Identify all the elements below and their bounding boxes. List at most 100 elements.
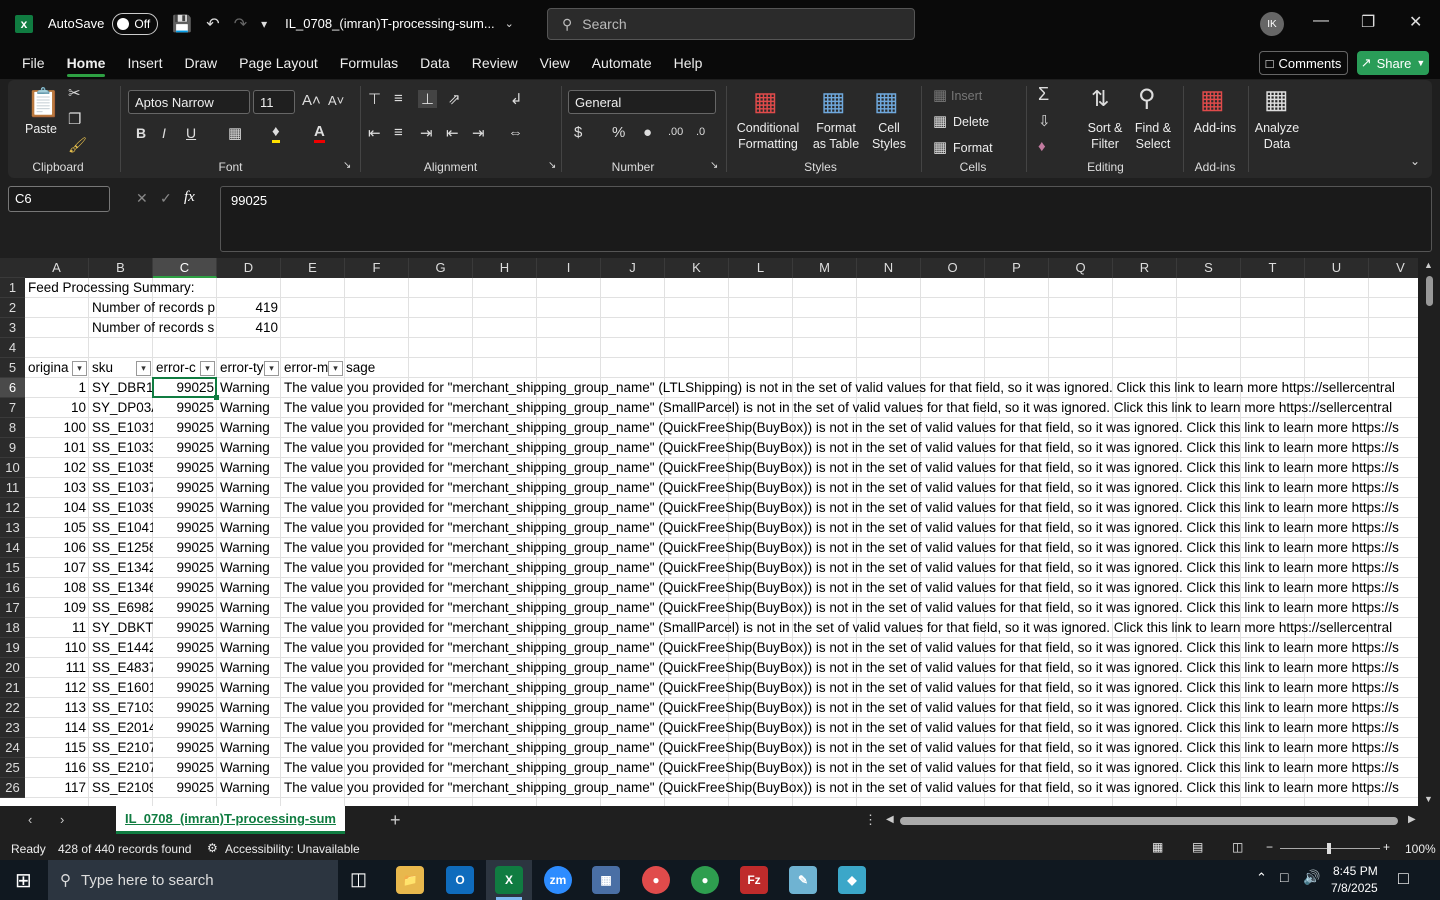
cut-icon[interactable]: ✂	[68, 84, 81, 102]
increase-decimal-icon[interactable]: .00	[668, 126, 683, 138]
filter-dropdown-icon[interactable]: ▾	[264, 361, 279, 376]
cell-error-message[interactable]: The value you provided for "merchant_shi…	[281, 438, 1418, 458]
find-select-button[interactable]: Find & Select	[1128, 120, 1178, 152]
page-break-view-icon[interactable]: ◫	[1232, 840, 1243, 854]
cell-error-message[interactable]: The value you provided for "merchant_shi…	[281, 618, 1418, 638]
row-header-16[interactable]: 16	[0, 578, 25, 598]
cell-sku[interactable]: SS_E12589	[89, 538, 153, 558]
column-header-d[interactable]: D	[217, 258, 281, 278]
column-header-u[interactable]: U	[1305, 258, 1369, 278]
cell-original-record[interactable]: 104	[25, 498, 89, 518]
row-header-15[interactable]: 15	[0, 558, 25, 578]
outlook-icon[interactable]: O	[446, 866, 474, 894]
font-name-select[interactable]: Aptos Narrow	[128, 90, 250, 114]
cell-error-message[interactable]: The value you provided for "merchant_shi…	[281, 738, 1418, 758]
autosave-toggle[interactable]: Off	[112, 12, 159, 35]
cell-error-code[interactable]: 99025	[153, 698, 217, 718]
bottom-align-icon[interactable]: ⊥	[418, 90, 438, 108]
chrome-profile-icon[interactable]: ●	[691, 866, 719, 894]
filter-dropdown-icon[interactable]: ▾	[72, 361, 87, 376]
delete-cells-icon[interactable]: ▦	[933, 112, 947, 130]
spreadsheet-grid[interactable]: A B C D E F G H I J K L M N O P Q R S T U V 1 2 3 4 5 6 7 8 9 10 11 12 13 1…	[0, 258, 1418, 806]
find-select-icon[interactable]: ⚲	[1138, 84, 1156, 113]
cell-sku[interactable]: SS_E21097	[89, 778, 153, 798]
analyze-data-button[interactable]: Analyze Data	[1254, 120, 1300, 152]
increase-font-icon[interactable]: A˄	[302, 92, 321, 109]
chrome-icon[interactable]: ●	[642, 866, 670, 894]
cell-error-type[interactable]: Warning	[217, 538, 281, 558]
cell-original-record[interactable]: 111	[25, 658, 89, 678]
cell-error-code[interactable]: 99025	[153, 738, 217, 758]
cell-sku[interactable]: SS_E10316	[89, 418, 153, 438]
cell-error-type[interactable]: Warning	[217, 558, 281, 578]
column-header-l[interactable]: L	[729, 258, 793, 278]
cell-error-type[interactable]: Warning	[217, 698, 281, 718]
filter-dropdown-icon[interactable]: ▾	[328, 361, 343, 376]
column-header-h[interactable]: H	[473, 258, 537, 278]
cell-original-record[interactable]: 109	[25, 598, 89, 618]
notepad-icon[interactable]: ✎	[789, 866, 817, 894]
cell-error-code[interactable]: 99025	[153, 418, 217, 438]
sheet-tab-active[interactable]: IL_0708_(imran)T-processing-sum	[116, 806, 345, 834]
column-header-c[interactable]: C	[153, 258, 217, 278]
file-explorer-icon[interactable]: 📁	[396, 866, 424, 894]
select-all-corner[interactable]	[0, 258, 25, 278]
column-header-b[interactable]: B	[89, 258, 153, 278]
column-header-j[interactable]: J	[601, 258, 665, 278]
cell-error-type[interactable]: Warning	[217, 398, 281, 418]
summary-title-cell[interactable]: Feed Processing Summary:	[25, 278, 325, 298]
addins-icon[interactable]: ▦	[1200, 84, 1225, 115]
borders-icon[interactable]: ▦	[228, 124, 242, 142]
row-header-25[interactable]: 25	[0, 758, 25, 778]
app-icon[interactable]: ◆	[838, 866, 866, 894]
cell-original-record[interactable]: 110	[25, 638, 89, 658]
cell-sku[interactable]: SS_E21078	[89, 758, 153, 778]
network-icon[interactable]: □	[1280, 869, 1288, 885]
close-icon[interactable]: ✕	[1409, 12, 1422, 32]
comma-icon[interactable]: ●	[643, 124, 652, 141]
row-header-8[interactable]: 8	[0, 418, 25, 438]
row-header-19[interactable]: 19	[0, 638, 25, 658]
cell-error-type[interactable]: Warning	[217, 418, 281, 438]
collapse-ribbon-icon[interactable]: ⌄	[1410, 154, 1420, 168]
cell-error-message[interactable]: The value you provided for "merchant_shi…	[281, 398, 1418, 418]
decrease-font-icon[interactable]: A˅	[328, 93, 344, 108]
row-header-23[interactable]: 23	[0, 718, 25, 738]
cell-sku[interactable]: SS_E14424	[89, 638, 153, 658]
autosum-icon[interactable]: Σ	[1038, 84, 1049, 105]
cell-error-code[interactable]: 99025	[153, 498, 217, 518]
restore-icon[interactable]: ❐	[1361, 12, 1375, 32]
cell-error-code[interactable]: 99025	[153, 518, 217, 538]
top-align-icon[interactable]: ⊤	[368, 90, 381, 108]
cell-error-code[interactable]: 99025	[153, 538, 217, 558]
sort-filter-button[interactable]: Sort & Filter	[1082, 120, 1128, 152]
row-header-6[interactable]: 6	[0, 378, 25, 398]
cell-error-message[interactable]: The value you provided for "merchant_shi…	[281, 698, 1418, 718]
middle-align-icon[interactable]: ≡	[394, 90, 403, 107]
cell-error-code[interactable]: 99025	[153, 598, 217, 618]
scroll-up-icon[interactable]: ▲	[1424, 260, 1433, 270]
cell-error-message[interactable]: The value you provided for "merchant_shi…	[281, 538, 1418, 558]
cell-error-message[interactable]: The value you provided for "merchant_shi…	[281, 458, 1418, 478]
row-header-18[interactable]: 18	[0, 618, 25, 638]
cell-sku[interactable]: SY_DP03A	[89, 398, 153, 418]
row-header-2[interactable]: 2	[0, 298, 25, 318]
save-icon[interactable]: 💾	[172, 14, 192, 34]
scroll-left-icon[interactable]: ◀	[886, 814, 894, 825]
column-header-f[interactable]: F	[345, 258, 409, 278]
insert-function-icon[interactable]: fx	[184, 189, 195, 206]
row-header-5[interactable]: 5	[0, 358, 25, 378]
copy-icon[interactable]: ❐	[68, 110, 81, 128]
row-header-13[interactable]: 13	[0, 518, 25, 538]
cell-original-record[interactable]: 106	[25, 538, 89, 558]
cell-error-type[interactable]: Warning	[217, 578, 281, 598]
orientation-icon[interactable]: ⇗	[448, 90, 461, 108]
column-header-i[interactable]: I	[537, 258, 601, 278]
add-sheet-icon[interactable]: +	[390, 810, 401, 831]
cell-error-code[interactable]: 99025	[153, 618, 217, 638]
cell-error-code[interactable]: 99025	[153, 758, 217, 778]
cell-error-code[interactable]: 99025	[153, 718, 217, 738]
cell-original-record[interactable]: 10	[25, 398, 89, 418]
cell-error-type[interactable]: Warning	[217, 458, 281, 478]
table-header-c[interactable]: error-c	[153, 358, 201, 378]
